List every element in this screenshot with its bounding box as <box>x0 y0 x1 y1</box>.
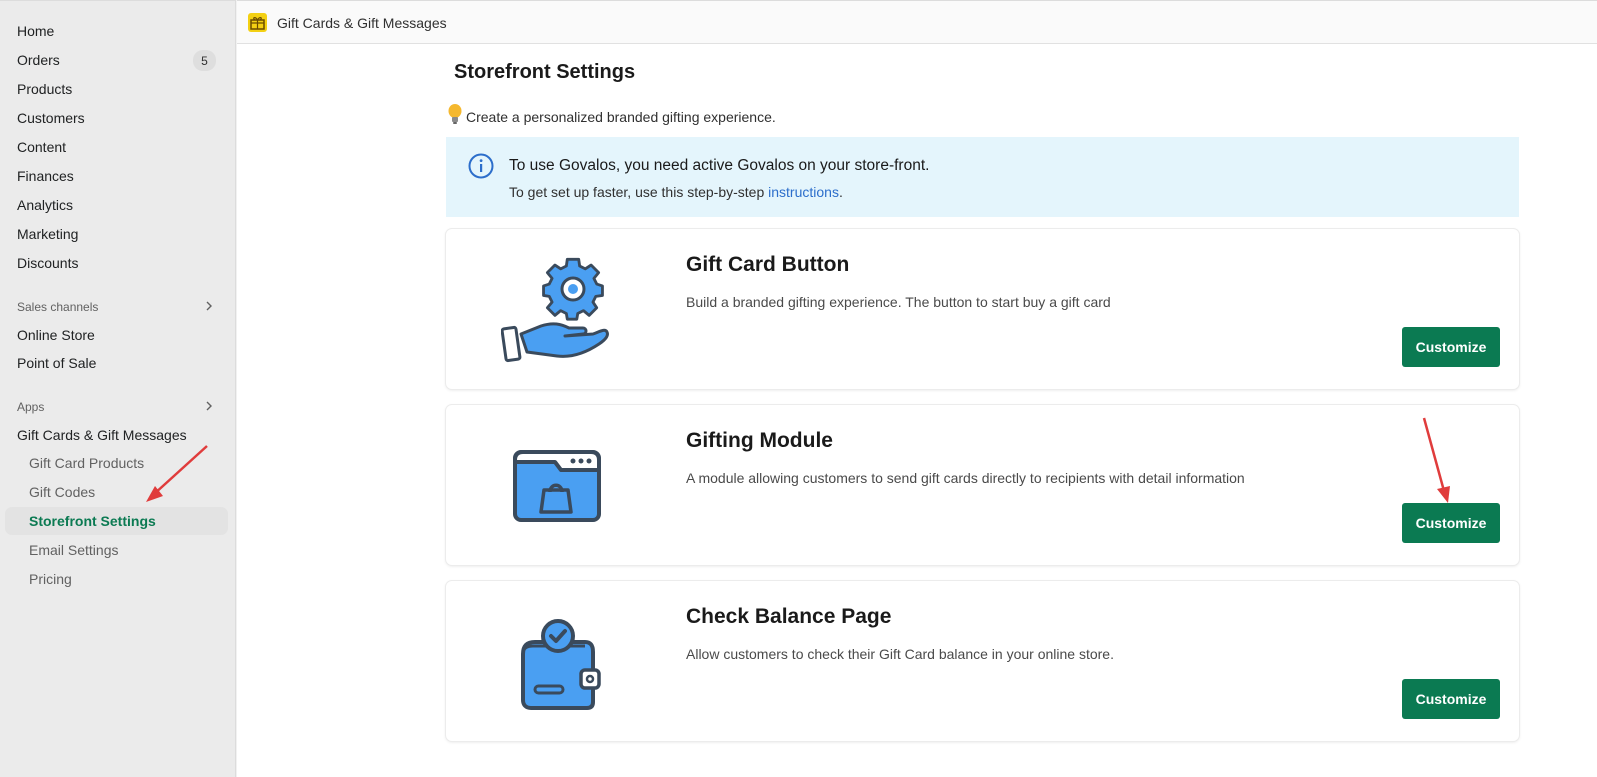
card-title: Gift Card Button <box>686 253 850 276</box>
banner-text-suffix: . <box>838 184 843 200</box>
sidebar-item-home[interactable]: Home <box>17 23 54 39</box>
chevron-right-icon[interactable] <box>204 401 214 411</box>
sidebar-item-orders[interactable]: Orders <box>17 52 60 68</box>
sidebar-item-gift-cards-app[interactable]: Gift Cards & Gift Messages <box>17 427 187 443</box>
wallet-check-icon <box>521 619 601 710</box>
sidebar-item-analytics[interactable]: Analytics <box>17 197 73 213</box>
check-balance-page-card: Check Balance Page Allow customers to ch… <box>446 581 1519 741</box>
sidebar: Home Orders 5 Products Customers Content… <box>0 0 236 777</box>
sidebar-item-online-store[interactable]: Online Store <box>17 327 95 343</box>
orders-count-badge: 5 <box>193 50 216 71</box>
app-logo-icon <box>248 13 267 32</box>
sidebar-subitem-email-settings[interactable]: Email Settings <box>29 542 118 558</box>
app-title: Gift Cards & Gift Messages <box>277 15 447 31</box>
card-title: Gifting Module <box>686 429 833 452</box>
instructions-link[interactable]: instructions <box>768 184 839 200</box>
page-title: Storefront Settings <box>454 61 636 83</box>
sidebar-item-customers[interactable]: Customers <box>17 110 85 126</box>
sidebar-item-products[interactable]: Products <box>17 81 72 97</box>
subtitle-text: Create a personalized branded gifting ex… <box>466 109 776 125</box>
gear-hand-icon <box>501 257 609 363</box>
sidebar-item-point-of-sale[interactable]: Point of Sale <box>17 355 96 371</box>
card-title: Check Balance Page <box>686 605 892 628</box>
sidebar-subitem-gift-card-products[interactable]: Gift Card Products <box>29 455 144 471</box>
customize-button[interactable]: Customize <box>1402 327 1500 367</box>
info-icon <box>468 153 494 179</box>
sales-channels-label[interactable]: Sales channels <box>17 300 98 314</box>
gifting-module-card: Gifting Module A module allowing custome… <box>446 405 1519 565</box>
lightbulb-icon <box>448 104 462 124</box>
chevron-right-icon[interactable] <box>204 301 214 311</box>
sidebar-subitem-gift-codes[interactable]: Gift Codes <box>29 484 95 500</box>
sidebar-subitem-pricing[interactable]: Pricing <box>29 571 72 587</box>
sidebar-item-discounts[interactable]: Discounts <box>17 255 78 271</box>
banner-text: To get set up faster, use this step-by-s… <box>509 184 843 200</box>
card-description: Build a branded gifting experience. The … <box>686 294 1111 310</box>
banner-text-prefix: To get set up faster, use this step-by-s… <box>509 184 769 200</box>
customize-button[interactable]: Customize <box>1402 679 1500 719</box>
customize-button[interactable]: Customize <box>1402 503 1500 543</box>
card-description: Allow customers to check their Gift Card… <box>686 646 1114 662</box>
sidebar-item-content[interactable]: Content <box>17 139 66 155</box>
browser-folder-bag-icon <box>513 450 601 522</box>
app-header: Gift Cards & Gift Messages <box>237 0 1597 44</box>
banner-title: To use Govalos, you need active Govalos … <box>509 157 930 174</box>
page-subtitle: Create a personalized branded gifting ex… <box>447 103 776 125</box>
gift-card-button-card: Gift Card Button Build a branded gifting… <box>446 229 1519 389</box>
card-description: A module allowing customers to send gift… <box>686 470 1245 486</box>
apps-label[interactable]: Apps <box>17 400 44 414</box>
sidebar-item-finances[interactable]: Finances <box>17 168 74 184</box>
sidebar-subitem-storefront-settings[interactable]: Storefront Settings <box>29 513 156 529</box>
main-content: Storefront Settings Create a personalize… <box>237 44 1597 777</box>
sidebar-item-marketing[interactable]: Marketing <box>17 226 78 242</box>
info-banner: To use Govalos, you need active Govalos … <box>446 137 1519 217</box>
